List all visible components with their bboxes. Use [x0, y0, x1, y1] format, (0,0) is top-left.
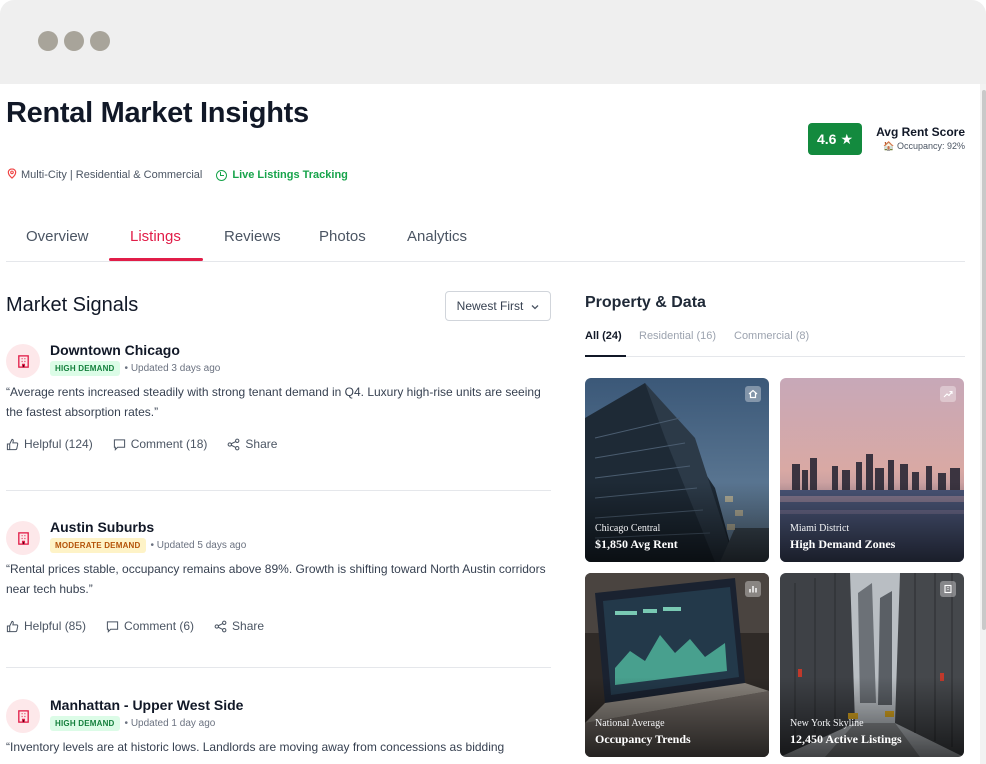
- demand-badge: HIGH DEMAND: [50, 716, 120, 731]
- clock-icon: [216, 169, 228, 181]
- card-caption: Chicago Central: [595, 523, 661, 534]
- card-headline: Occupancy Trends: [595, 732, 691, 746]
- sort-dropdown[interactable]: Newest First: [445, 291, 551, 321]
- tab-analytics[interactable]: Analytics: [407, 228, 467, 245]
- window-dot-2[interactable]: [64, 31, 84, 51]
- page-title: Rental Market Insights: [6, 97, 309, 129]
- share-icon: [214, 620, 227, 632]
- helpful-button[interactable]: Helpful (85): [6, 619, 86, 633]
- scrollbar-thumb[interactable]: [982, 90, 986, 630]
- helpful-button[interactable]: Helpful (124): [6, 437, 93, 451]
- share-icon: [227, 438, 240, 450]
- card-caption: National Average: [595, 718, 665, 729]
- chevron-down-icon: [531, 299, 539, 313]
- page-meta: Multi-City | Residential & Commercial Li…: [7, 168, 348, 182]
- property-card[interactable]: New York Skyline 12,450 Active Listings: [780, 573, 964, 757]
- comment-icon: [106, 620, 119, 633]
- signal-meta: HIGH DEMAND • Updated 1 day ago: [50, 716, 215, 731]
- tab-listings[interactable]: Listings: [130, 228, 181, 245]
- signal-item: Downtown Chicago HIGH DEMAND • Updated 3…: [6, 342, 551, 472]
- card-headline: $1,850 Avg Rent: [595, 537, 678, 551]
- window-titlebar: [0, 0, 986, 84]
- subtab-all[interactable]: All (24): [585, 330, 622, 342]
- comment-label: Comment (18): [130, 437, 208, 451]
- property-filter-tabs: All (24) Residential (16) Commercial (8): [585, 330, 965, 357]
- share-label: Share: [232, 619, 265, 633]
- helpful-label: Helpful (85): [24, 619, 87, 633]
- thumbs-up-icon: [6, 438, 19, 450]
- updated-text: • Updated 5 days ago: [150, 540, 247, 551]
- house-icon: 🏠: [883, 141, 895, 151]
- window-dot-1[interactable]: [38, 31, 58, 51]
- card-headline: 12,450 Active Listings: [790, 732, 902, 746]
- window-controls: [38, 31, 110, 51]
- star-icon: ★: [840, 130, 854, 147]
- updated-text: • Updated 3 days ago: [124, 363, 221, 374]
- sort-label: Newest First: [456, 299, 524, 313]
- building-avatar-icon: [6, 521, 40, 555]
- rent-score-info: Avg Rent Score 🏠 Occupancy: 92%: [876, 125, 965, 152]
- signal-location: Downtown Chicago: [50, 342, 180, 358]
- card-headline: High Demand Zones: [790, 537, 896, 551]
- bar-chart-icon: [745, 581, 761, 597]
- share-button[interactable]: Share: [227, 437, 277, 451]
- thumbs-up-icon: [6, 620, 19, 632]
- occupancy-text: 🏠 Occupancy: 92%: [883, 141, 965, 151]
- signal-item: Austin Suburbs MODERATE DEMAND • Updated…: [6, 519, 551, 649]
- helpful-label: Helpful (124): [24, 437, 93, 451]
- window-dot-3[interactable]: [90, 31, 110, 51]
- property-card[interactable]: Chicago Central $1,850 Avg Rent: [585, 378, 769, 562]
- location-text: Multi-City | Residential & Commercial: [21, 169, 203, 181]
- demand-badge: MODERATE DEMAND: [50, 538, 146, 553]
- active-subtab-indicator: [585, 355, 626, 357]
- share-label: Share: [245, 437, 278, 451]
- subtab-commercial[interactable]: Commercial (8): [734, 330, 809, 342]
- comment-icon: [113, 438, 125, 451]
- comment-button[interactable]: Comment (6): [106, 619, 194, 633]
- property-card[interactable]: National Average Occupancy Trends: [585, 573, 769, 757]
- rent-score-label: Avg Rent Score: [876, 125, 965, 139]
- tab-reviews[interactable]: Reviews: [224, 228, 281, 245]
- signal-actions: Helpful (85) Comment (6) Share: [6, 619, 284, 633]
- divider: [6, 490, 551, 491]
- updated-text: • Updated 1 day ago: [124, 718, 216, 729]
- tab-overview[interactable]: Overview: [26, 228, 89, 245]
- signal-location: Manhattan - Upper West Side: [50, 697, 244, 713]
- signal-meta: MODERATE DEMAND • Updated 5 days ago: [50, 538, 246, 553]
- building-avatar-icon: [6, 699, 40, 733]
- share-button[interactable]: Share: [214, 619, 264, 633]
- signal-quote: “Average rents increased steadily with s…: [6, 385, 541, 419]
- property-card[interactable]: Miami District High Demand Zones: [780, 378, 964, 562]
- rent-score-badge: 4.6 ★: [808, 123, 862, 155]
- market-signals-title: Market Signals: [6, 294, 139, 316]
- subtab-residential[interactable]: Residential (16): [639, 330, 716, 342]
- signal-actions: Helpful (124) Comment (18) Share: [6, 437, 297, 451]
- signal-item: Manhattan - Upper West Side HIGH DEMAND …: [6, 697, 551, 764]
- building-icon: [940, 581, 956, 597]
- comment-button[interactable]: Comment (18): [113, 437, 208, 451]
- signal-meta: HIGH DEMAND • Updated 3 days ago: [50, 361, 220, 376]
- main-tabs: Overview Listings Reviews Photos Analyti…: [6, 214, 965, 262]
- trend-up-icon: [940, 386, 956, 402]
- tab-photos[interactable]: Photos: [319, 228, 366, 245]
- property-data-title: Property & Data: [585, 294, 706, 311]
- signal-location: Austin Suburbs: [50, 519, 155, 535]
- rent-score-value: 4.6: [816, 131, 837, 147]
- comment-label: Comment (6): [124, 619, 195, 633]
- building-avatar-icon: [6, 344, 40, 378]
- divider: [6, 667, 551, 668]
- home-icon: [745, 386, 761, 402]
- live-tracking-text: Live Listings Tracking: [232, 169, 348, 181]
- location-pin-icon: [7, 168, 17, 182]
- signal-quote: “Inventory levels are at historic lows. …: [6, 740, 505, 754]
- signal-quote: “Rental prices stable, occupancy remains…: [6, 562, 546, 596]
- live-tracking-label: Live Listings Tracking: [216, 169, 348, 181]
- active-tab-indicator: [109, 258, 203, 261]
- card-caption: Miami District: [790, 523, 850, 534]
- card-caption: New York Skyline: [790, 718, 864, 729]
- demand-badge: HIGH DEMAND: [50, 361, 120, 376]
